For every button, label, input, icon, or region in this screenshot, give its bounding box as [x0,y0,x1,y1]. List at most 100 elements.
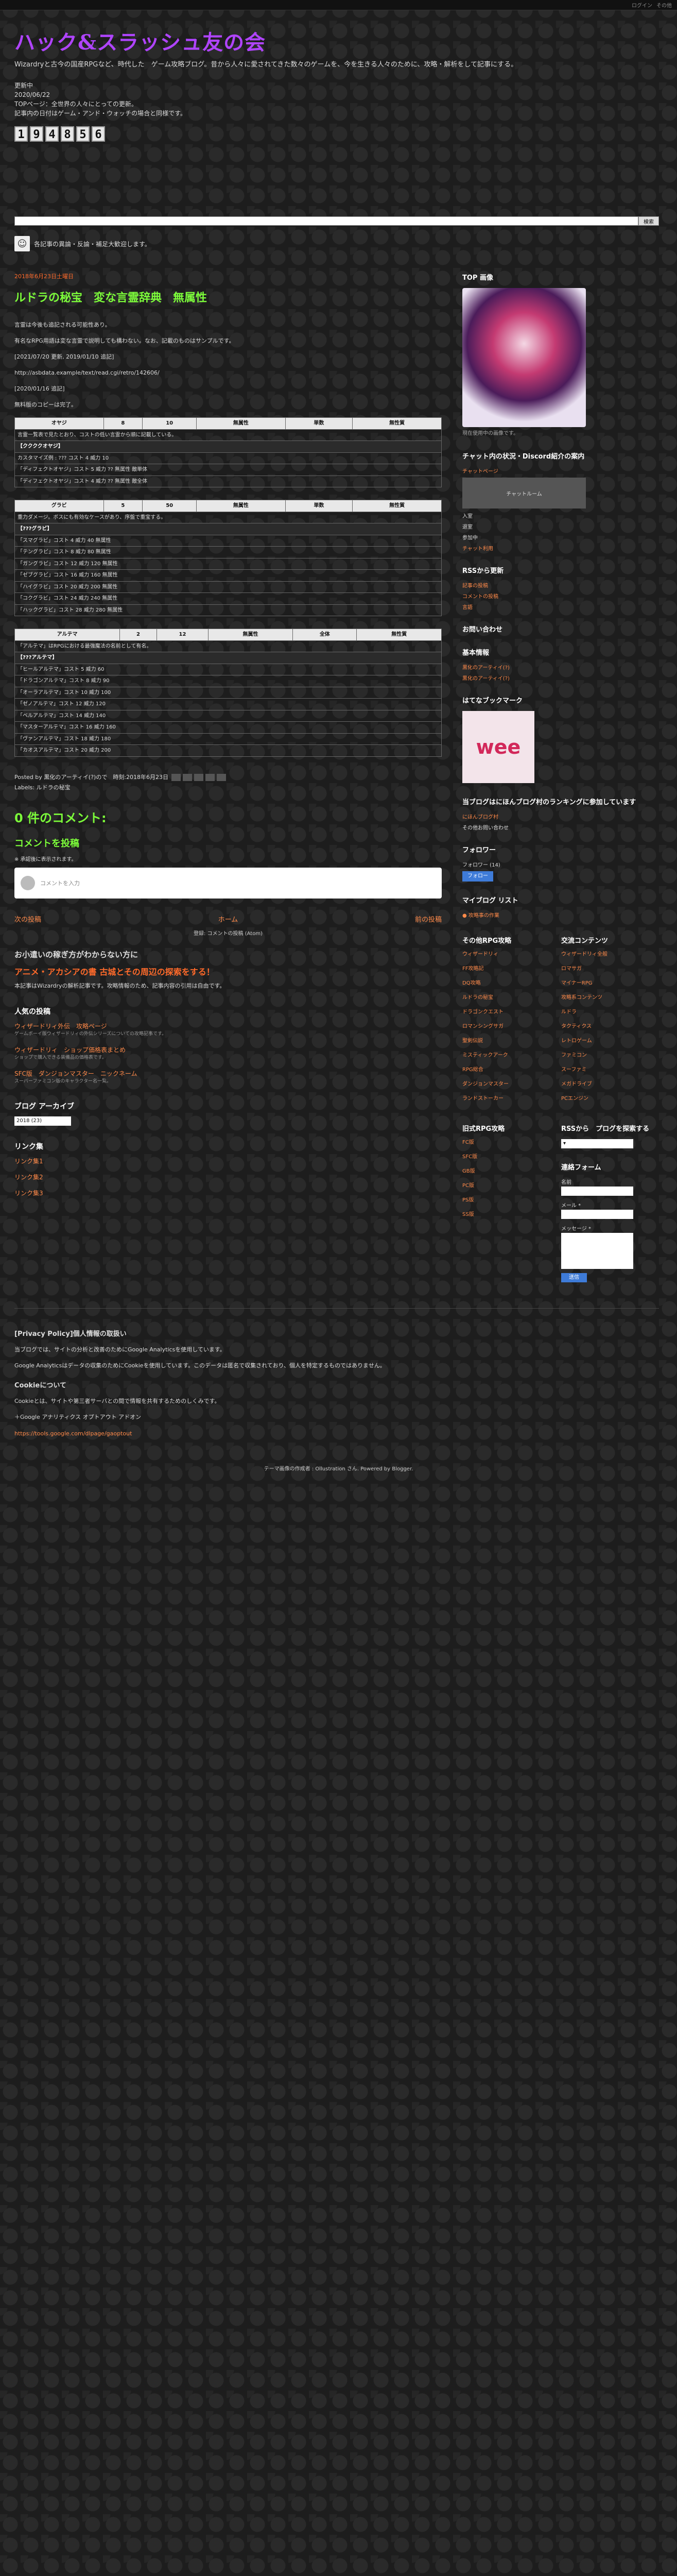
chat-embed[interactable]: チャットルーム [462,478,586,509]
spell-prop: 無性質 [352,417,442,430]
col2-link[interactable]: ウィザードリィ全般 [561,952,607,957]
more-link[interactable]: その他 [656,1,672,9]
blog-title[interactable]: ハック&スラッシュ友の会 [14,26,663,56]
other-link[interactable]: PS版 [462,1197,474,1203]
name-field[interactable] [561,1187,633,1196]
pinterest-share-icon[interactable] [217,773,227,781]
subscribe-link[interactable]: 登録: コメントの投稿 (Atom) [14,929,442,937]
col2-link[interactable]: マイナーRPG [561,980,593,986]
hatebo-widget[interactable]: wee [462,711,534,783]
col2-link[interactable]: スーファミ [561,1067,586,1073]
spell-row: 「ヒールアルテマ」コスト 5 威力 60 [14,663,442,676]
link-item[interactable]: リンク集2 [14,1174,43,1181]
post-paragraph: 言霊は今後も追記される可能性あり。 [14,321,111,328]
spell-row: カスタマイズ例 : ??? コスト 4 威力 10 [14,452,442,465]
rank-link[interactable]: にほんブログ村 [462,815,498,820]
col1-link[interactable]: 聖剣伝説 [462,1038,483,1044]
top-image-heading: TOP 画像 [462,274,493,282]
col1-link[interactable]: DQ攻略 [462,980,481,986]
col1-link[interactable]: ミスティックアーク [462,1053,508,1058]
note-line: 2020/06/22 [14,91,50,98]
chat-link[interactable]: チャットページ [462,469,498,474]
rss-link[interactable]: コメントの投稿 [462,594,498,600]
col2-link[interactable]: タクティクス [561,1024,592,1029]
counter-digit: 4 [45,126,59,142]
chat-list: チャットページ チャットルーム 入室 退室 参加中 チャット利用 [462,467,653,552]
search-input[interactable] [14,216,638,226]
blog-share-icon[interactable] [183,773,193,781]
spell-table: グラビ 5 50 無属性 単数 無性質 重力ダメージ。ボスにも有効なケースがあり… [14,500,442,617]
mail-share-icon[interactable] [171,773,181,781]
col1-link[interactable]: FF攻略記 [462,966,484,972]
popular-link[interactable]: ウィザードリィ ショップ価格表まとめ [14,1046,126,1054]
other-list: FC版 SFC版 GB版 PC版 PS版 SS版 [462,1139,554,1218]
spell-section: 【???アルテマ】 [14,652,442,664]
ad-title[interactable]: アニメ・アカシアの書 古城とその周辺の探索をする！ [14,965,442,977]
privacy-section: [Privacy Policy]個人情報の取扱い 当ブログでは、サイトの分析と改… [14,1308,659,1438]
link-item[interactable]: リンク集3 [14,1190,43,1197]
popular-link[interactable]: ウィザードリィ外伝 攻略ページ [14,1023,107,1030]
twitter-share-icon[interactable] [194,773,204,781]
language-link[interactable]: 言語 [462,605,473,611]
col1-link[interactable]: ドラゴンクエスト [462,1009,504,1015]
other-link[interactable]: SS版 [462,1212,474,1217]
col2-link[interactable]: ロマサガ [561,966,582,972]
col2-link[interactable]: PCエンジン [561,1096,588,1101]
col1-link[interactable]: ウィザードリィ [462,952,498,957]
info-link[interactable]: 黒化のアーティイ(?) [462,676,510,682]
page-footer: テーマ画像の作成者 : Ollustration さん. Powered by … [264,1466,413,1472]
spell-target: 全体 [292,629,357,641]
comment-input[interactable]: コメントを入力 [14,868,442,899]
info-link[interactable]: 黒化のアーティイ(?) [462,665,510,671]
post-labels[interactable]: Labels: ルドラの秘宝 [14,783,442,793]
search-bar: 検索 [14,216,659,226]
email-field[interactable] [561,1210,633,1219]
message-field[interactable] [561,1233,633,1269]
other-link[interactable]: SFC版 [462,1154,477,1160]
spell-row: 「ディフェクトオヤジ」コスト 4 威力 ?? 無属性 敵全体 [14,475,442,488]
spell-section: 【???グラビ】 [14,523,442,535]
name-label: 名前 [561,1180,571,1185]
col1-link[interactable]: RPG総合 [462,1067,483,1073]
post-paragraph: [2020/01/16 追記] [14,385,65,393]
col2-link[interactable]: 攻略系コンテンツ [561,995,602,1001]
older-post-link[interactable]: 前の投稿 [415,914,442,924]
col2-link[interactable]: ファミコン [561,1053,587,1058]
col1-link[interactable]: ルドラの秘宝 [462,995,493,1001]
col1-link[interactable]: ダンジョンマスター [462,1081,509,1087]
newer-post-link[interactable]: 次の投稿 [14,914,41,924]
post-title[interactable]: ルドラの秘宝 変な言霊辞典 無属性 [14,289,442,305]
col1-link[interactable]: ロマンシングサガ [462,1024,504,1029]
other-link[interactable]: FC版 [462,1140,474,1145]
col2-link[interactable]: メガドライブ [561,1081,592,1087]
link-item[interactable]: リンク集1 [14,1158,43,1165]
col2-link[interactable]: レトロゲーム [561,1038,592,1044]
rss-select[interactable]: ▾ [561,1139,633,1148]
facebook-share-icon[interactable] [205,773,215,781]
spell-row: 「ヴァンアルテマ」コスト 18 威力 180 [14,733,442,745]
home-link[interactable]: ホーム [218,914,238,924]
search-button[interactable]: 検索 [638,216,659,226]
rss-link[interactable]: 記事の投稿 [462,583,488,589]
pager: 次の投稿 ホーム 前の投稿 [14,914,442,924]
follow-button[interactable]: フォロー [462,871,493,882]
rss-list-heading: RSSから プログを探索する [561,1125,650,1133]
rss-list: 記事の投稿 コメントの投稿 言語 [462,581,653,611]
comment-note: ※ 承認後に表示されます。 [14,857,77,863]
chat-usage-link[interactable]: チャット利用 [462,546,493,552]
login-link[interactable]: ログイン [632,1,652,9]
col2-link[interactable]: ルドラ [561,1009,577,1015]
col1-link[interactable]: ランドストーカー [462,1096,504,1101]
spell-section: 【ククククオヤジ】 [14,440,442,453]
mylist-link[interactable]: ● 攻略事の作業 [462,913,499,919]
other-link[interactable]: PC版 [462,1183,474,1189]
optout-link[interactable]: https://tools.google.com/dlpage/gaoptout [14,1430,132,1437]
list-item: SFC版 ダンジョンマスター ニックネーム スーパーファミコン版のキャラクター名… [14,1069,442,1086]
send-button[interactable]: 送信 [561,1273,587,1282]
other-link[interactable]: GB版 [462,1168,475,1174]
post-link[interactable]: http://asbdata.example/text/read.cgi/ret… [14,368,442,377]
spell-cost: 5 [103,500,143,512]
popular-link[interactable]: SFC版 ダンジョンマスター ニックネーム [14,1070,137,1077]
archive-select[interactable]: 2018 (23) [14,1116,71,1126]
spell-row: 「コクグラビ」コスト 24 威力 240 無属性 [14,592,442,605]
